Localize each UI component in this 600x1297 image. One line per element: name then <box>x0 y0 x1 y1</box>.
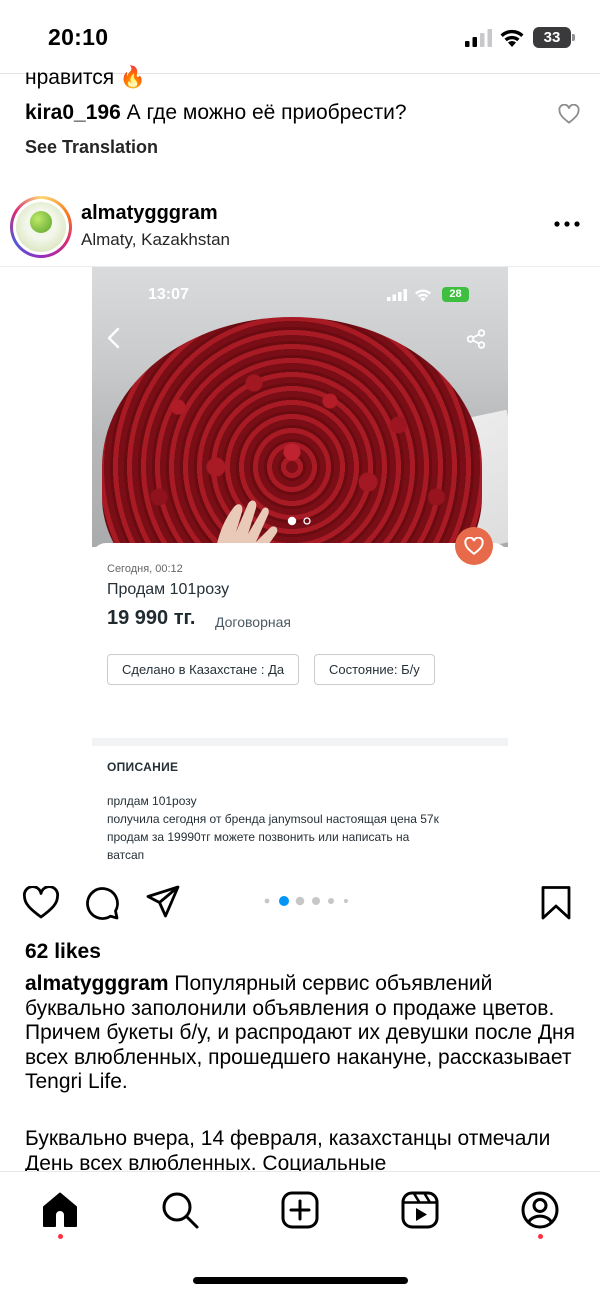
description-heading: ОПИСАНИЕ <box>107 760 179 774</box>
post-location[interactable]: Almaty, Kazakhstan <box>81 230 230 250</box>
crop-edge <box>92 861 508 865</box>
carousel-dot <box>344 899 348 903</box>
wifi-icon <box>500 29 524 47</box>
listing-price: 19 990 тг. <box>107 607 196 629</box>
listing-negotiable: Договорная <box>215 614 291 630</box>
bookmark-icon[interactable] <box>540 885 572 921</box>
carousel-indicator <box>264 896 348 906</box>
comment-bubble-icon[interactable] <box>84 885 120 921</box>
description-line: продам за 19990тг можете позвонить или н… <box>107 830 410 844</box>
listing-date: Сегодня, 00:12 <box>107 563 183 575</box>
avatar[interactable] <box>10 196 72 258</box>
description-body: прлдам 101розу получила сегодня от бренд… <box>107 792 497 864</box>
favorite-button <box>455 527 493 565</box>
notification-dot <box>538 1234 543 1239</box>
listing-screenshot: 13:07 28 Сегодня, 00:12 Продам 101розу 1… <box>92 267 508 865</box>
post-caption: almatygggram Популярный сервис объявлени… <box>25 972 580 1095</box>
carousel-dot-active <box>279 896 289 906</box>
listing-card: Сегодня, 00:12 Продам 101розу 19 990 тг.… <box>92 527 508 865</box>
listing-wifi-icon <box>415 289 431 302</box>
comment-username[interactable]: kira0_196 <box>25 101 121 124</box>
paper-plane-icon[interactable] <box>145 884 181 920</box>
roses-photo: 13:07 28 <box>92 267 508 547</box>
heart-outline-icon <box>464 537 484 555</box>
battery-icon: 33 <box>533 27 575 48</box>
like-heart-icon[interactable] <box>22 886 60 920</box>
avatar-image <box>16 202 66 252</box>
param-chip-made-in: Сделано в Казахстане : Да <box>107 654 300 685</box>
comment-row: kira0_196 А где можно её приобрести? <box>25 101 407 125</box>
carousel-dot <box>295 896 305 906</box>
caption-paragraph-2: Буквально вчера, 14 февраля, казахстанцы… <box>25 1127 551 1173</box>
listing-phone-time: 13:07 <box>148 286 189 303</box>
apple-logo-icon <box>30 211 52 233</box>
cellular-signal-icon <box>465 29 492 47</box>
post-username[interactable]: almatygggram <box>81 202 218 225</box>
description-line: прлдам 101розу <box>107 794 197 808</box>
profile-icon[interactable] <box>520 1190 560 1230</box>
reels-icon[interactable] <box>400 1190 440 1230</box>
listing-signal-icon <box>387 289 407 301</box>
previous-comment-tail: нравится 🔥 <box>25 66 147 89</box>
create-icon[interactable] <box>280 1190 320 1230</box>
home-indicator[interactable] <box>193 1277 408 1284</box>
more-options-icon[interactable] <box>554 221 580 227</box>
avatar-ring-inner <box>13 199 69 255</box>
home-icon[interactable] <box>40 1190 80 1230</box>
share-nodes-icon <box>466 329 486 349</box>
comment-text: А где можно её приобрести? <box>126 101 407 124</box>
param-chip-condition: Состояние: Б/у <box>314 654 435 685</box>
notification-dot <box>58 1234 63 1239</box>
status-bar: 20:10 33 <box>0 0 600 74</box>
search-icon[interactable] <box>160 1190 200 1230</box>
divider <box>92 738 508 746</box>
status-time: 20:10 <box>48 24 109 50</box>
comment-like-heart-icon[interactable] <box>558 104 580 124</box>
see-translation-link[interactable]: See Translation <box>25 137 158 158</box>
listing-photo-dots <box>287 516 311 526</box>
likes-count[interactable]: 62 likes <box>25 940 101 964</box>
carousel-dot <box>264 898 270 904</box>
back-chevron-icon <box>107 327 120 349</box>
post-media[interactable]: 13:07 28 Сегодня, 00:12 Продам 101розу 1… <box>0 267 600 865</box>
listing-battery-icon: 28 <box>442 287 469 302</box>
carousel-dot <box>328 898 334 904</box>
listing-title: Продам 101розу <box>107 581 230 598</box>
hand-image <box>216 500 278 547</box>
description-line: получила сегодня от бренда janymsoul нас… <box>107 812 439 826</box>
carousel-dot <box>312 897 320 905</box>
caption-username[interactable]: almatygggram <box>25 972 169 995</box>
